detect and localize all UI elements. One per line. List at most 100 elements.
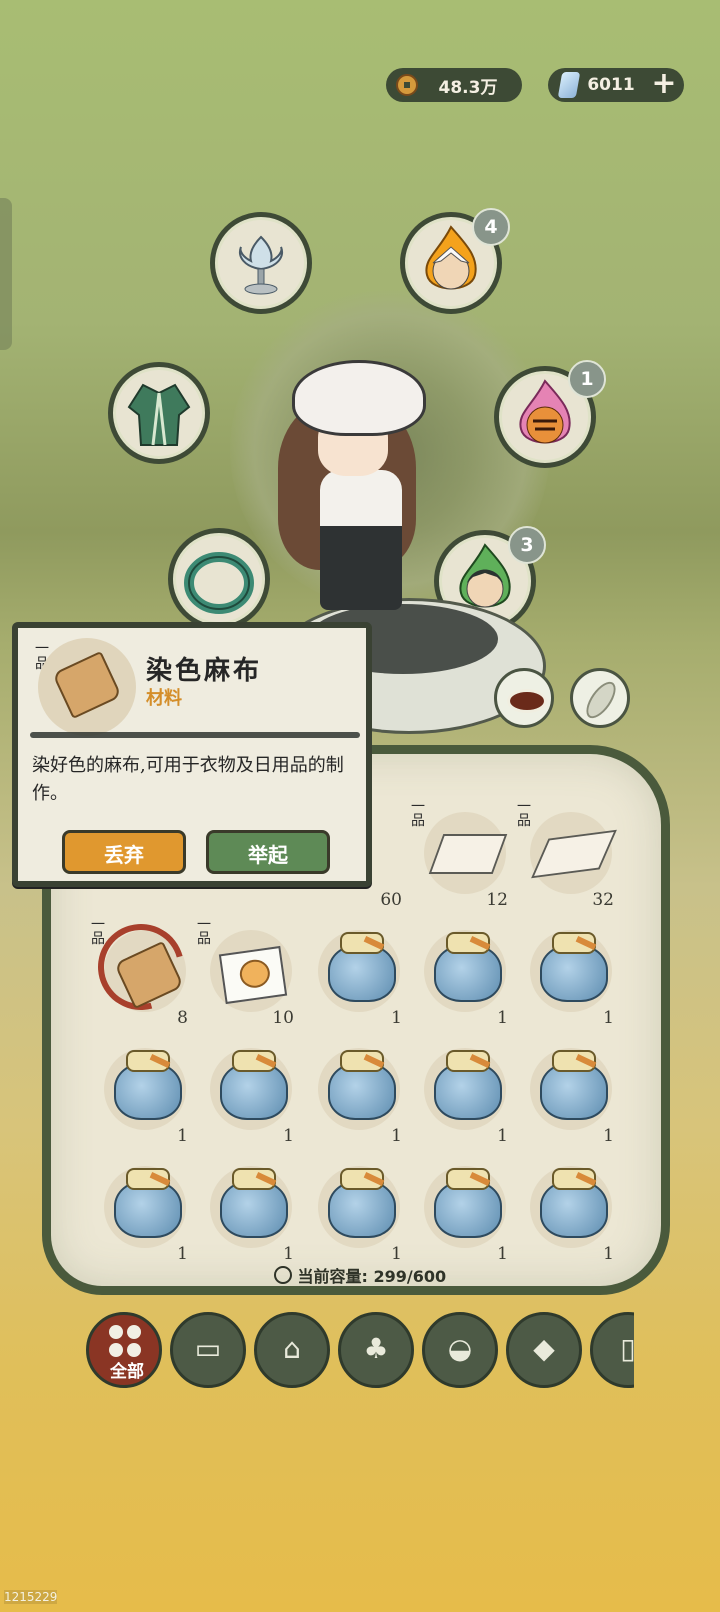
bag-icon	[273, 1266, 292, 1284]
inventory-slot[interactable]: 1	[96, 1162, 192, 1264]
food-button[interactable]	[494, 668, 554, 728]
tooltip-title: 染色麻布	[146, 656, 263, 686]
item-count: 1	[391, 1126, 402, 1146]
item-count: 1	[603, 1126, 614, 1146]
item-count: 1	[177, 1244, 188, 1264]
item-count: 1	[603, 1008, 614, 1028]
tooltip-item-frame	[38, 638, 136, 736]
pouch-icon	[434, 1050, 502, 1120]
inventory-slot[interactable]: 1	[310, 1162, 406, 1264]
inventory-slot[interactable]: 1	[522, 926, 618, 1028]
food-dish-icon	[507, 689, 547, 713]
tooltip-divider	[30, 732, 360, 738]
slot-armor[interactable]	[108, 362, 210, 464]
tab-scroll-clip: ▯	[590, 1300, 634, 1400]
item-count: 32	[592, 890, 614, 910]
tooltip-description: 染好色的麻布,可用于衣物及日用品的制作。	[32, 755, 344, 804]
egg-icon	[218, 945, 288, 1005]
inventory-slot[interactable]: 1	[522, 1162, 618, 1264]
discard-button[interactable]: 丢弃	[62, 830, 186, 874]
pouch-icon	[434, 1168, 502, 1238]
spirit-green-badge: 3	[508, 526, 546, 564]
tooltip-type: 材料	[146, 688, 182, 709]
herb-icon: ♣	[363, 1332, 389, 1365]
item-count: 1	[283, 1126, 294, 1146]
jade-bracelet-icon	[184, 552, 254, 614]
inventory-slot[interactable]: 1	[202, 1162, 298, 1264]
gem-counter: 6011 +	[548, 68, 684, 102]
tab-building[interactable]: ⌂	[254, 1312, 330, 1388]
slot-bracelet[interactable]	[168, 528, 270, 630]
item-tooltip: 一品 染色麻布 材料 染好色的麻布,可用于衣物及日用品的制作。 丢弃 举起	[12, 622, 372, 887]
inventory-slot[interactable]: 1	[310, 926, 406, 1028]
item-count: 1	[497, 1244, 508, 1264]
item-count: 1	[391, 1008, 402, 1028]
pouch-icon	[328, 932, 396, 1002]
item-count: 8	[177, 1008, 188, 1028]
tab-ore[interactable]: ◆	[506, 1312, 582, 1388]
rice-bowl-icon: ◒	[447, 1332, 473, 1365]
inventory-slot[interactable]: 一品 12	[411, 800, 512, 910]
pouch-icon	[328, 1050, 396, 1120]
item-count: 12	[486, 890, 508, 910]
coin-icon	[396, 74, 418, 96]
inventory-slot[interactable]: 一品 10	[197, 918, 298, 1028]
feather-button[interactable]	[570, 668, 630, 728]
wood-log-icon: ▭	[194, 1332, 222, 1365]
character-body	[320, 470, 402, 610]
lift-button[interactable]: 举起	[206, 830, 330, 874]
item-count: 1	[497, 1126, 508, 1146]
capacity-label: 当前容量:	[297, 1267, 368, 1286]
item-count: 1	[391, 1244, 402, 1264]
pouch-icon	[114, 1050, 182, 1120]
inventory-slot[interactable]: 1	[416, 1162, 512, 1264]
pouch-icon	[540, 1168, 608, 1238]
spirit-tiger-badge: 1	[568, 360, 606, 398]
tab-scroll[interactable]: ▯	[590, 1312, 634, 1388]
lotus-goblet-icon	[239, 235, 283, 295]
item-count: 60	[380, 890, 402, 910]
item-grade: 一品	[411, 799, 425, 829]
pouch-icon	[114, 1168, 182, 1238]
scroll-icon: ▯	[620, 1332, 634, 1365]
pouch-icon	[220, 1168, 288, 1238]
pouch-icon	[434, 932, 502, 1002]
item-count: 1	[177, 1126, 188, 1146]
inventory-slot[interactable]: 1	[202, 1044, 298, 1146]
inventory-slot[interactable]: 1	[310, 1044, 406, 1146]
add-gems-button[interactable]: +	[650, 69, 678, 99]
item-count: 1	[283, 1244, 294, 1264]
slot-accessory[interactable]	[210, 212, 312, 314]
gem-value: 6011	[587, 75, 635, 95]
item-count: 1	[603, 1244, 614, 1264]
item-count: 1	[497, 1008, 508, 1028]
item-grade: 一品	[197, 917, 211, 947]
inventory-slot-selected[interactable]: 一品 8	[82, 908, 200, 1028]
side-drawer-handle[interactable]	[0, 198, 12, 350]
spirit-fire-badge: 4	[472, 208, 510, 246]
character-hat	[292, 360, 426, 436]
inventory-slot[interactable]: 一品 32	[517, 800, 618, 910]
inventory-slot[interactable]: 1	[96, 1044, 192, 1146]
gem-icon	[557, 72, 581, 98]
tab-label: 全部	[110, 1362, 144, 1382]
capacity-indicator: 当前容量: 299/600	[0, 1263, 720, 1287]
coin-value: 48.3万	[438, 77, 498, 98]
item-count: 10	[272, 1008, 294, 1028]
dyed-linen-icon	[51, 650, 123, 720]
tab-food[interactable]: ◒	[422, 1312, 498, 1388]
inventory-slot[interactable]: 1	[416, 926, 512, 1028]
feather-icon	[580, 677, 622, 723]
ore-icon: ◆	[533, 1332, 555, 1365]
item-grade: 一品	[91, 917, 105, 947]
inventory-slot[interactable]: 1	[522, 1044, 618, 1146]
tab-wood[interactable]: ▭	[170, 1312, 246, 1388]
tab-herb[interactable]: ♣	[338, 1312, 414, 1388]
pouch-icon	[328, 1168, 396, 1238]
inventory-slot[interactable]: 1	[416, 1044, 512, 1146]
green-robe-icon	[127, 383, 191, 446]
pouch-icon	[540, 1050, 608, 1120]
pouch-icon	[220, 1050, 288, 1120]
tab-all[interactable]: 全部	[86, 1312, 162, 1388]
item-grade: 一品	[517, 799, 531, 829]
